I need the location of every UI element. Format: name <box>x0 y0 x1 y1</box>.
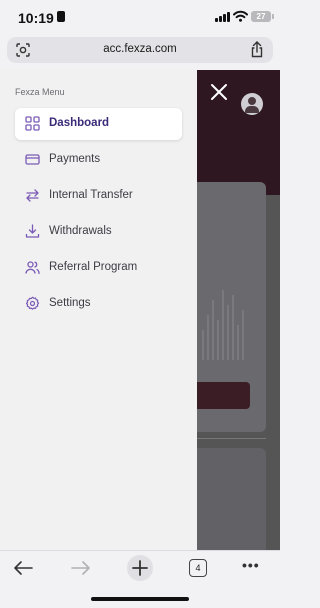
menu-item-label: Withdrawals <box>49 225 112 237</box>
plus-icon <box>132 560 148 576</box>
share-icon[interactable] <box>250 41 264 58</box>
tabs-button[interactable]: 4 <box>189 559 207 577</box>
cellular-signal-icon <box>215 12 231 22</box>
menu-item-settings[interactable]: Settings <box>15 288 182 320</box>
menu-item-label: Internal Transfer <box>49 189 133 201</box>
chart-bars-graphic <box>200 285 250 360</box>
menu-item-label: Referral Program <box>49 261 138 273</box>
close-icon[interactable] <box>208 81 230 103</box>
menu-item-payments[interactable]: Payments <box>15 144 182 176</box>
download-tray-icon <box>25 224 40 238</box>
transfer-arrows-icon <box>26 189 39 202</box>
side-menu: Fexza Menu Dashboard Payments Internal T… <box>0 70 197 550</box>
clock-time: 10:19 <box>18 10 54 26</box>
status-bar: 10:19 27 <box>0 0 280 34</box>
users-icon <box>25 261 40 275</box>
dashboard-grid-icon <box>25 116 40 131</box>
menu-item-internal-transfer[interactable]: Internal Transfer <box>15 180 182 212</box>
back-arrow-icon[interactable] <box>12 559 34 577</box>
gear-icon <box>25 296 40 310</box>
url-text[interactable]: acc.fexza.com <box>7 43 273 55</box>
avatar-icon[interactable] <box>241 93 263 115</box>
id-card-icon <box>57 11 65 22</box>
browser-toolbar: 4 ••• <box>0 550 280 608</box>
address-bar[interactable]: acc.fexza.com <box>7 37 273 63</box>
menu-item-label: Dashboard <box>49 117 110 129</box>
new-tab-button[interactable] <box>127 555 153 581</box>
menu-item-label: Settings <box>49 297 91 309</box>
home-indicator <box>91 597 189 601</box>
menu-item-withdrawals[interactable]: Withdrawals <box>15 216 182 248</box>
battery-icon: 27 <box>251 11 274 22</box>
menu-title: Fexza Menu <box>15 87 65 97</box>
more-options-icon[interactable]: ••• <box>242 558 262 578</box>
menu-item-label: Payments <box>49 153 101 165</box>
credit-card-icon <box>25 154 40 165</box>
menu-item-referral-program[interactable]: Referral Program <box>15 252 182 284</box>
wifi-icon <box>233 10 248 22</box>
menu-item-dashboard[interactable]: Dashboard <box>15 108 182 140</box>
forward-arrow-icon[interactable] <box>70 559 92 577</box>
